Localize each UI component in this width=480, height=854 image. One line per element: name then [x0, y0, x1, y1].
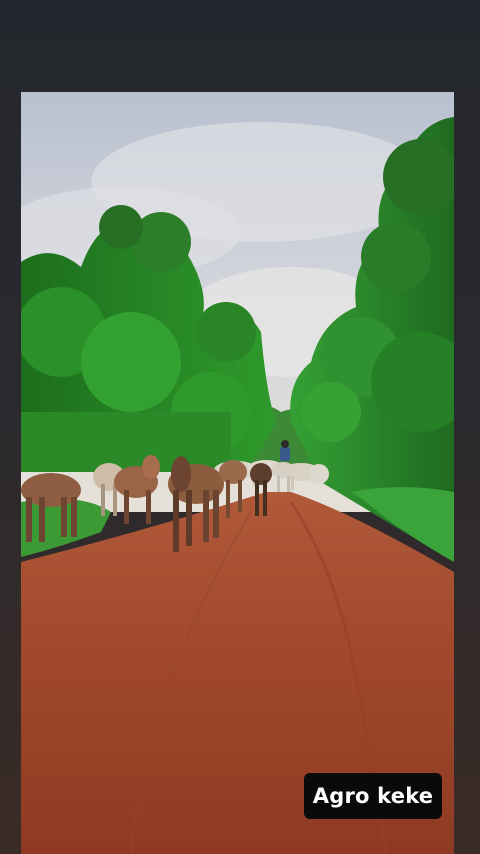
caption-badge: Agro keke: [304, 773, 442, 819]
photo-frame: [21, 92, 454, 854]
road-scene-image: [21, 92, 454, 854]
caption-text: Agro keke: [312, 784, 434, 808]
